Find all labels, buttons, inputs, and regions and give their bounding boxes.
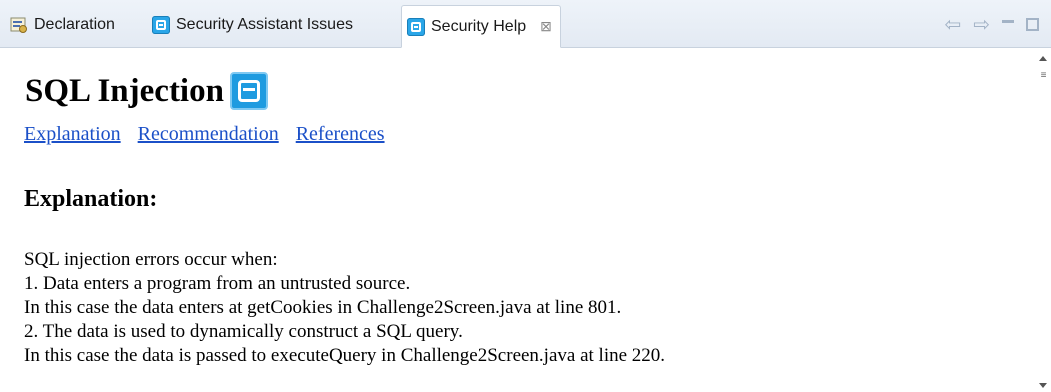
- explanation-line: 2. The data is used to dynamically const…: [24, 321, 463, 342]
- explanation-line: In this case the data enters at getCooki…: [24, 297, 622, 318]
- close-tab-icon[interactable]: ⊠: [540, 18, 552, 35]
- security-assistant-icon: [152, 16, 170, 34]
- tab-security-help[interactable]: Security Help ⊠: [401, 5, 561, 48]
- scrollbar-thumb[interactable]: ≡: [1038, 70, 1049, 82]
- maximize-icon[interactable]: [1026, 18, 1039, 31]
- section-heading: Explanation:: [24, 186, 158, 212]
- declaration-icon: [10, 16, 28, 34]
- section-links: Explanation Recommendation References: [24, 123, 397, 146]
- tab-declaration-label: Declaration: [34, 16, 115, 33]
- security-help-logo-icon: [229, 72, 268, 110]
- scroll-down-icon[interactable]: [1039, 383, 1047, 388]
- tab-security-assistant-issues[interactable]: Security Assistant Issues: [152, 5, 353, 45]
- recommendation-link[interactable]: Recommendation: [138, 123, 279, 145]
- explanation-line: SQL injection errors occur when:: [24, 249, 278, 270]
- tab-security-help-label: Security Help: [431, 17, 527, 35]
- forward-arrow-icon[interactable]: ⇨: [973, 12, 990, 37]
- back-arrow-icon[interactable]: ⇦: [944, 12, 961, 37]
- tab-security-assistant-label: Security Assistant Issues: [176, 16, 353, 33]
- explanation-line: In this case the data is passed to execu…: [24, 345, 666, 366]
- security-help-icon: [407, 17, 425, 36]
- minimize-icon[interactable]: [1002, 20, 1014, 23]
- explanation-link[interactable]: Explanation: [24, 123, 121, 145]
- references-link[interactable]: References: [296, 123, 385, 145]
- page-title: SQL Injection: [25, 72, 268, 110]
- tab-declaration[interactable]: Declaration: [10, 5, 115, 45]
- vertical-scrollbar[interactable]: ≡: [1036, 48, 1051, 392]
- help-content: SQL Injection Explanation Recommendation…: [0, 48, 1036, 392]
- explanation-text: SQL injection errors occur when: 1. Data…: [24, 248, 665, 368]
- view-toolbar: ⇦ ⇨: [944, 12, 1039, 37]
- view-tab-bar: Declaration Security Assistant Issues Se…: [0, 0, 1051, 48]
- explanation-line: 1. Data enters a program from an untrust…: [24, 273, 411, 294]
- scroll-up-icon[interactable]: [1039, 56, 1047, 61]
- page-title-text: SQL Injection: [25, 72, 224, 109]
